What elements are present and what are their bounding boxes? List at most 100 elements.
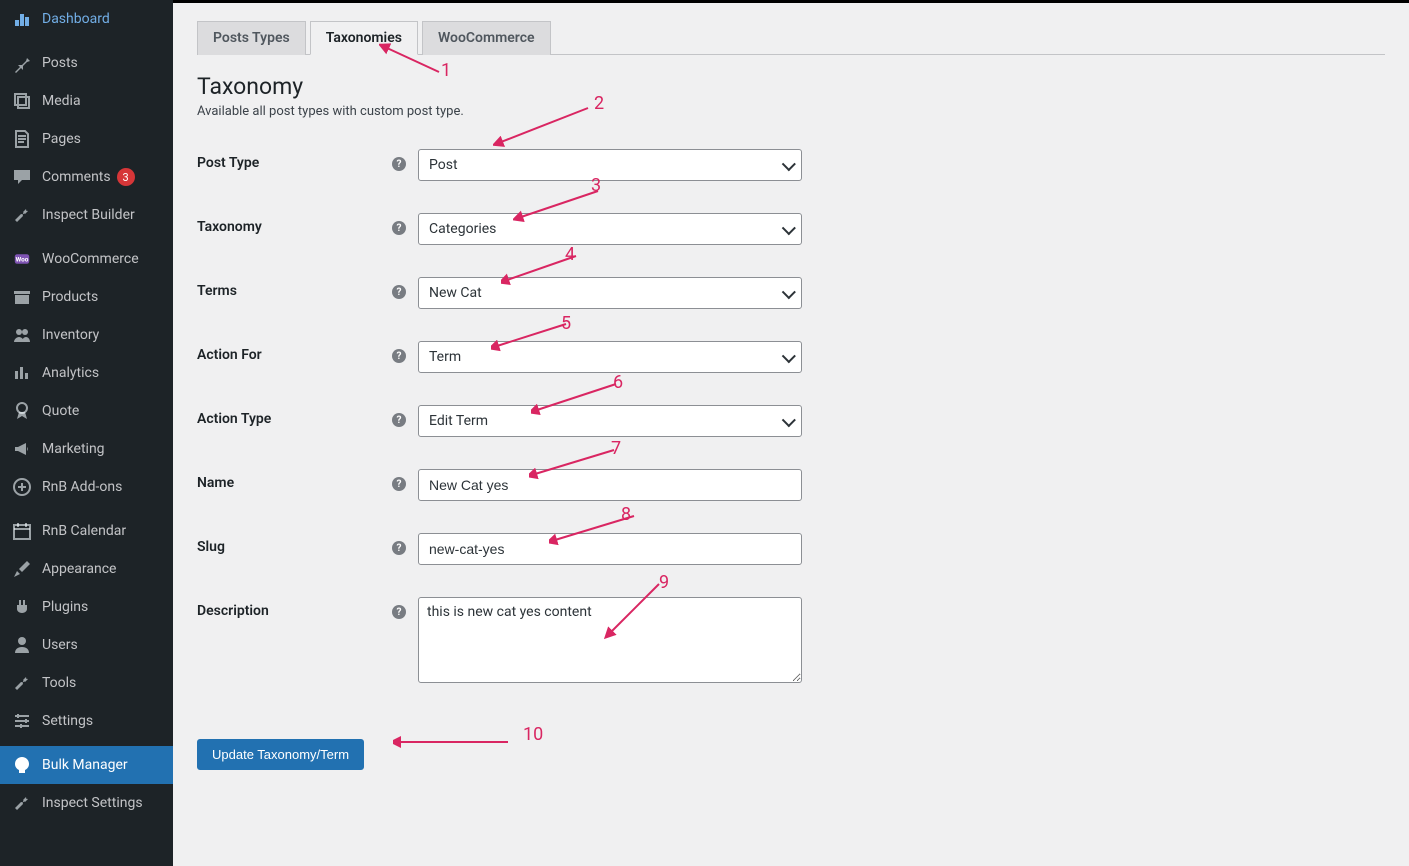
dashboard-icon (12, 9, 32, 29)
tabs: Posts TypesTaxonomiesWooCommerce (197, 20, 1385, 55)
select-action-type[interactable]: Edit Term (418, 405, 802, 437)
sidebar-item-label: Inventory (42, 327, 99, 343)
sidebar-item-products[interactable]: Products (0, 278, 173, 316)
annotation-10: 10 (523, 724, 543, 745)
sidebar-item-label: WooCommerce (42, 251, 139, 267)
label-action-type: Action Type (197, 405, 392, 427)
pin-icon (12, 53, 32, 73)
sidebar-item-pages[interactable]: Pages (0, 120, 173, 158)
sidebar-item-marketing[interactable]: Marketing (0, 430, 173, 468)
sidebar-item-users[interactable]: Users (0, 626, 173, 664)
admin-sidebar: Dashboard Posts Media Pages Comments3 Inspect… (0, 0, 173, 866)
row-action-type: Action Type ? Edit Term (197, 405, 1385, 437)
sidebar-item-label: RnB Add-ons (42, 479, 122, 495)
sidebar-item-appearance[interactable]: Appearance (0, 550, 173, 588)
wrench-icon (12, 205, 32, 225)
sidebar-item-label: RnB Calendar (42, 523, 126, 539)
sidebar-item-label: Media (42, 93, 81, 109)
sidebar-item-rnb-calendar[interactable]: RnB Calendar (0, 512, 173, 550)
sidebar-item-label: Dashboard (42, 11, 110, 27)
sidebar-item-dashboard[interactable]: Dashboard (0, 0, 173, 38)
select-action-for[interactable]: Term (418, 341, 802, 373)
submit-button[interactable]: Update Taxonomy/Term (197, 739, 364, 770)
sidebar-item-label: Analytics (42, 365, 99, 381)
sidebar-item-inspect-builder[interactable]: Inspect Builder (0, 196, 173, 234)
sidebar-item-quote[interactable]: Quote (0, 392, 173, 430)
sidebar-item-label: Appearance (42, 561, 116, 577)
wrench-icon (12, 673, 32, 693)
sidebar-item-woocommerce[interactable]: Woo WooCommerce (0, 240, 173, 278)
label-terms: Terms (197, 277, 392, 299)
sidebar-item-rnb-add-ons[interactable]: RnB Add-ons (0, 468, 173, 506)
sidebar-item-label: Bulk Manager (42, 757, 128, 773)
sidebar-item-settings[interactable]: Settings (0, 702, 173, 740)
help-icon[interactable]: ? (392, 477, 406, 491)
calendar-icon (12, 521, 32, 541)
tab-posts-types[interactable]: Posts Types (197, 21, 306, 55)
sidebar-item-label: Pages (42, 131, 81, 147)
sidebar-item-tools[interactable]: Tools (0, 664, 173, 702)
woo-icon: Woo (12, 249, 32, 269)
tab-woocommerce[interactable]: WooCommerce (422, 21, 551, 55)
row-taxonomy: Taxonomy ? Categories (197, 213, 1385, 245)
main-content: Posts TypesTaxonomiesWooCommerce Taxonom… (173, 0, 1409, 866)
svg-text:Woo: Woo (16, 255, 29, 263)
sidebar-item-bulk-manager[interactable]: Bulk Manager (0, 746, 173, 784)
megaphone-icon (12, 439, 32, 459)
row-post-type: Post Type ? Post (197, 149, 1385, 181)
help-icon[interactable]: ? (392, 605, 406, 619)
award-icon (12, 401, 32, 421)
sidebar-item-label: Users (42, 637, 78, 653)
tab-taxonomies[interactable]: Taxonomies (310, 21, 418, 55)
sidebar-item-comments[interactable]: Comments3 (0, 158, 173, 196)
input-name[interactable] (418, 469, 802, 501)
label-action-for: Action For (197, 341, 392, 363)
sidebar-item-label: Products (42, 289, 98, 305)
comment-icon (12, 167, 32, 187)
help-icon[interactable]: ? (392, 221, 406, 235)
filter-icon (12, 755, 32, 775)
row-description: Description ? (197, 597, 1385, 687)
sidebar-item-label: Quote (42, 403, 79, 419)
select-taxonomy[interactable]: Categories (418, 213, 802, 245)
stats-icon (12, 363, 32, 383)
help-icon[interactable]: ? (392, 157, 406, 171)
badge: 3 (117, 168, 135, 186)
page-desc: Available all post types with custom pos… (197, 104, 1385, 119)
help-icon[interactable]: ? (392, 285, 406, 299)
row-terms: Terms ? New Cat (197, 277, 1385, 309)
people-icon (12, 325, 32, 345)
label-taxonomy: Taxonomy (197, 213, 392, 235)
label-post-type: Post Type (197, 149, 392, 171)
sidebar-item-label: Settings (42, 713, 93, 729)
user-icon (12, 635, 32, 655)
page-icon (12, 129, 32, 149)
wrench-icon (12, 793, 32, 813)
select-post-type[interactable]: Post (418, 149, 802, 181)
sidebar-item-media[interactable]: Media (0, 82, 173, 120)
label-name: Name (197, 469, 392, 491)
sidebar-item-inspect-settings[interactable]: Inspect Settings (0, 784, 173, 822)
sidebar-item-analytics[interactable]: Analytics (0, 354, 173, 392)
label-slug: Slug (197, 533, 392, 555)
sidebar-item-label: Tools (42, 675, 76, 691)
sidebar-item-posts[interactable]: Posts (0, 44, 173, 82)
sidebar-item-inventory[interactable]: Inventory (0, 316, 173, 354)
help-icon[interactable]: ? (392, 541, 406, 555)
select-terms[interactable]: New Cat (418, 277, 802, 309)
help-icon[interactable]: ? (392, 349, 406, 363)
sidebar-item-label: Posts (42, 55, 78, 71)
page-title: Taxonomy (197, 73, 1385, 100)
sidebar-item-label: Plugins (42, 599, 88, 615)
product-icon (12, 287, 32, 307)
brush-icon (12, 559, 32, 579)
plus-circle-icon (12, 477, 32, 497)
sidebar-item-label: Inspect Builder (42, 207, 135, 223)
sidebar-item-label: Marketing (42, 441, 105, 457)
help-icon[interactable]: ? (392, 413, 406, 427)
sidebar-item-plugins[interactable]: Plugins (0, 588, 173, 626)
input-slug[interactable] (418, 533, 802, 565)
textarea-description[interactable] (418, 597, 802, 683)
row-name: Name ? (197, 469, 1385, 501)
sidebar-item-label: Inspect Settings (42, 795, 143, 811)
